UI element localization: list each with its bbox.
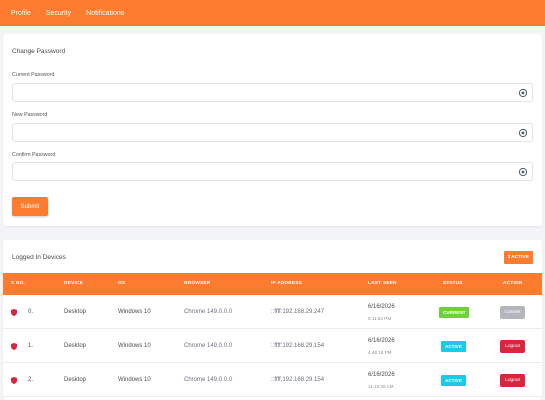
- new-password-field[interactable]: [12, 123, 533, 142]
- row-device: Desktop: [64, 377, 87, 383]
- header-ip-address: IP ADDRESS: [271, 281, 303, 286]
- active-count-badge: 3 ACTIVE: [503, 251, 533, 264]
- row-sno: 2.: [28, 377, 34, 383]
- confirm-password-field[interactable]: [12, 162, 533, 181]
- logout-button[interactable]: Logout: [500, 340, 525, 353]
- table-row: 0. Desktop Windows 10 Chrome 149.0.0.0 :…: [3, 295, 542, 329]
- row-sno: 1.: [28, 343, 34, 349]
- new-password-label: New Password: [12, 112, 48, 118]
- row-os: Windows 10: [118, 343, 151, 349]
- row-os: Windows 10: [118, 377, 151, 383]
- header-last-seen: LAST SEEN: [368, 281, 397, 286]
- row-device: Desktop: [64, 309, 87, 315]
- submit-button[interactable]: Submit: [12, 197, 48, 216]
- row-last-seen-time: 11:10:26 AM: [368, 384, 394, 389]
- row-last-seen-date: 6/16/2026: [368, 304, 395, 310]
- table-header: S NO. DEVICE OS BROWSER IP ADDRESS LAST …: [3, 273, 542, 295]
- row-browser: Chrome 149.0.0.0: [184, 343, 233, 349]
- header-device: DEVICE: [64, 281, 84, 286]
- header-sno: S NO.: [11, 281, 26, 286]
- shield-icon: [11, 309, 17, 316]
- row-ip: ::ffff:192.168.29.247: [271, 309, 325, 315]
- current-password-label: Current Password: [12, 72, 55, 78]
- table-row: 2. Desktop Windows 10 Chrome 149.0.0.0 :…: [3, 363, 542, 397]
- row-sno: 0.: [28, 309, 34, 315]
- header-status: STATUS: [443, 281, 463, 286]
- row-last-seen-time: 5:11:54 PM: [368, 316, 392, 321]
- row-device: Desktop: [64, 343, 87, 349]
- row-ip: ::ffff:192.168.29.154: [271, 343, 325, 349]
- status-badge: CURRENT: [439, 307, 470, 318]
- confirm-password-label: Confirm Password: [12, 152, 56, 158]
- eye-icon[interactable]: [518, 88, 528, 98]
- top-nav: Profile Security Notifications: [0, 0, 545, 26]
- row-ip: ::ffff:192.168.29.154: [271, 377, 325, 383]
- tab-profile[interactable]: Profile: [11, 10, 31, 17]
- current-button[interactable]: Current: [500, 306, 525, 319]
- row-os: Windows 10: [118, 309, 151, 315]
- change-password-title: Change Password: [12, 48, 66, 55]
- shield-icon: [11, 343, 17, 350]
- row-browser: Chrome 149.0.0.0: [184, 377, 233, 383]
- tab-notifications[interactable]: Notifications: [86, 10, 124, 17]
- logout-button[interactable]: Logout: [500, 374, 525, 387]
- current-password-field[interactable]: [12, 83, 533, 102]
- row-last-seen-time: 4:46:18 PM: [368, 350, 392, 355]
- tab-security[interactable]: Security: [46, 10, 71, 17]
- header-os: OS: [118, 281, 126, 286]
- table-row: 1. Desktop Windows 10 Chrome 149.0.0.0 :…: [3, 329, 542, 363]
- header-browser: BROWSER: [184, 281, 211, 286]
- status-badge: ACTIVE: [441, 375, 466, 386]
- row-last-seen-date: 6/16/2026: [368, 372, 395, 378]
- eye-icon[interactable]: [518, 128, 528, 138]
- row-last-seen-date: 6/16/2026: [368, 338, 395, 344]
- logged-in-devices-card: Logged In Devices 3 ACTIVE S NO. DEVICE …: [3, 240, 542, 400]
- header-action: ACTION: [503, 281, 523, 286]
- shield-icon: [11, 377, 17, 384]
- change-password-card: Change Password Current Password New Pas…: [3, 34, 542, 226]
- devices-title: Logged In Devices: [12, 254, 66, 261]
- row-browser: Chrome 149.0.0.0: [184, 309, 233, 315]
- status-badge: ACTIVE: [441, 341, 466, 352]
- eye-icon[interactable]: [518, 167, 528, 177]
